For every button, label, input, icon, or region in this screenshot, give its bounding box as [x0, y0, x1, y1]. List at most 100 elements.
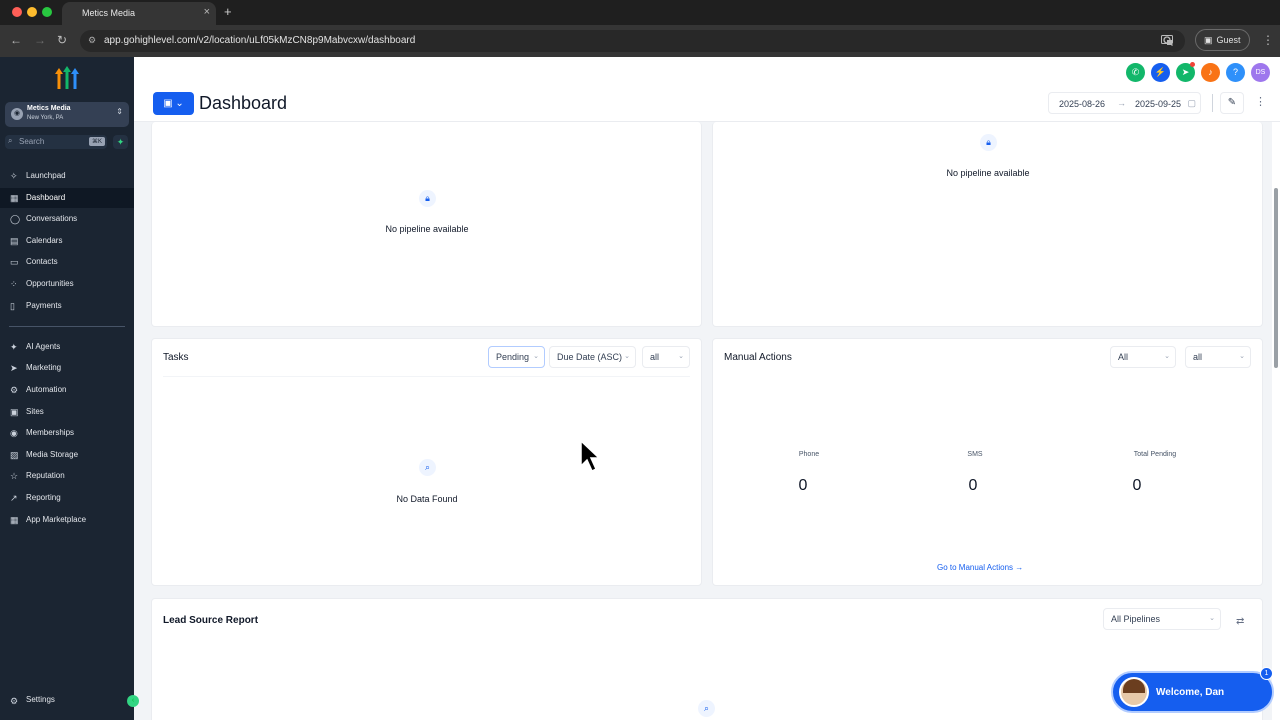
sidebar-item-payments[interactable]: ▯ Payments — [0, 296, 134, 316]
stat-value-total-pending: 0 — [1132, 477, 1142, 494]
sidebar-item-label: Reputation — [26, 471, 65, 480]
forward-icon[interactable]: → — [34, 33, 46, 47]
cast-icon[interactable] — [1161, 35, 1173, 46]
sidebar-divider — [9, 326, 125, 327]
avatar[interactable]: DS — [1251, 63, 1270, 82]
marketplace-icon: ▦ — [10, 515, 19, 525]
date-start: 2025-08-26 — [1059, 99, 1106, 109]
sidebar-item-reputation[interactable]: ☆ Reputation — [0, 466, 134, 486]
back-icon[interactable]: ← — [10, 33, 22, 47]
browser-toolbar: ← → ↻ ⚙ app.gohighlevel.com/v2/location/… — [0, 25, 1280, 57]
dashboard-switcher-button[interactable]: ▣ ⌄ — [153, 92, 194, 115]
chat-icon: ◯ — [10, 214, 21, 224]
sidebar-item-opportunities[interactable]: ⁘ Opportunities — [0, 274, 134, 294]
sidebar-item-ai-agents[interactable]: ✦ AI Agents — [0, 337, 134, 357]
date-end: 2025-09-25 — [1135, 99, 1182, 109]
sidebar-item-label: Sites — [26, 407, 44, 416]
profile-button[interactable]: ▣ Guest — [1195, 29, 1250, 51]
calendar-icon: ▢ — [1187, 98, 1196, 108]
card-title: Tasks — [163, 352, 189, 363]
chevron-down-icon: ⌄ — [624, 353, 630, 360]
stat-label-total-pending: Total Pending — [1133, 451, 1177, 458]
stat-value-phone: 0 — [798, 477, 808, 494]
location-icon: ◉ — [11, 108, 23, 120]
scrollbar-thumb[interactable] — [1274, 188, 1278, 368]
profile-label: Guest — [1216, 35, 1241, 45]
account-name: Metics Media — [27, 105, 71, 112]
pipeline-filter-dropdown[interactable]: All Pipelines ⌄ — [1103, 608, 1221, 630]
arrow-right-icon: → — [1117, 98, 1126, 108]
sidebar-item-label: Settings — [26, 695, 55, 704]
account-location: New York, PA — [27, 115, 64, 121]
memberships-icon: ◉ — [10, 428, 18, 438]
stat-value-sms: 0 — [968, 477, 978, 494]
collapse-sidebar-button[interactable]: ‹ — [127, 695, 139, 707]
sidebar-item-media-storage[interactable]: ▨ Media Storage — [0, 445, 134, 465]
sidebar-item-marketing[interactable]: ➤ Marketing — [0, 358, 134, 378]
edit-dashboard-button[interactable]: ✎ — [1220, 92, 1244, 114]
welcome-chat-widget[interactable]: Welcome, Dan — [1111, 671, 1274, 713]
browser-menu-icon[interactable]: ⋮ — [1262, 33, 1274, 47]
go-to-manual-actions-link[interactable]: Go to Manual Actions → — [937, 563, 1023, 572]
empty-state-text: No pipeline available — [385, 224, 469, 234]
search-icon: ⌕ — [698, 700, 715, 717]
dropdown-value: all — [1193, 352, 1203, 362]
assignee-filter-dropdown[interactable]: all ⌄ — [642, 346, 690, 368]
pipeline-card-right: 🔒︎ No pipeline available — [712, 122, 1263, 327]
sidebar-item-contacts[interactable]: ▭ Contacts — [0, 252, 134, 272]
media-storage-icon: ▨ — [10, 450, 19, 460]
dropdown-value: Due Date (ASC) — [557, 352, 623, 362]
sidebar-item-calendars[interactable]: ▤ Calendars — [0, 231, 134, 251]
reload-icon[interactable]: ↻ — [57, 33, 67, 47]
sidebar-item-label: Media Storage — [26, 450, 79, 459]
close-window-button[interactable] — [12, 7, 22, 17]
page-header: ✆ ⚡ ➤ ♪ ? DS ▣ ⌄ Dashboard 2025-08-26 → … — [134, 57, 1280, 122]
tab-close-icon[interactable]: × — [204, 6, 210, 18]
chevron-updown-icon: ⇕ — [116, 107, 123, 116]
maximize-window-button[interactable] — [42, 7, 52, 17]
sidebar-item-app-marketplace[interactable]: ▦ App Marketplace — [0, 510, 134, 530]
status-filter-dropdown[interactable]: Pending ⌄ — [488, 346, 545, 368]
sidebar-item-settings[interactable]: ⚙ Settings — [0, 691, 134, 711]
new-tab-icon[interactable]: + — [224, 4, 232, 19]
more-options-icon[interactable]: ⋮ — [1255, 95, 1266, 108]
lock-icon: 🔒︎ — [419, 190, 436, 207]
payments-icon: ▯ — [10, 301, 15, 311]
date-range-picker[interactable]: 2025-08-26 → 2025-09-25 ▢ — [1048, 92, 1201, 114]
quick-actions-icon[interactable]: ⚡ — [1151, 63, 1170, 82]
browser-tab[interactable]: Metics Media × — [62, 2, 216, 25]
sidebar-item-conversations[interactable]: ◯ Conversations — [0, 209, 134, 229]
ai-sparkle-button[interactable]: ✦ — [113, 135, 128, 149]
mouse-cursor-icon — [580, 440, 600, 473]
help-icon[interactable]: ? — [1226, 63, 1245, 82]
rocket-icon: ✧ — [10, 171, 18, 181]
address-bar[interactable]: ⚙ app.gohighlevel.com/v2/location/uLf05k… — [80, 30, 1185, 52]
welcome-text: Welcome, Dan — [1156, 687, 1225, 698]
lock-icon: 🔒︎ — [980, 134, 997, 151]
sort-filter-dropdown[interactable]: Due Date (ASC) ⌄ — [549, 346, 636, 368]
account-switcher[interactable]: ◉ Metics Media New York, PA ⇕ — [5, 102, 129, 127]
phone-icon[interactable]: ✆ — [1126, 63, 1145, 82]
empty-state-text: No pipeline available — [946, 168, 1030, 178]
site-info-icon[interactable]: ⚙ — [88, 35, 96, 46]
sidebar-search[interactable]: ⌕ Search ⌘K — [5, 135, 107, 149]
bell-icon[interactable]: ♪ — [1201, 63, 1220, 82]
action-type-filter-dropdown[interactable]: All ⌄ — [1110, 346, 1176, 368]
assignee-filter-dropdown[interactable]: all ⌄ — [1185, 346, 1251, 368]
sidebar-item-launchpad[interactable]: ✧ Launchpad — [0, 166, 134, 186]
minimize-window-button[interactable] — [27, 7, 37, 17]
filter-icon[interactable]: ⇄ — [1236, 616, 1244, 627]
card-title: Lead Source Report — [163, 615, 259, 626]
card-title: Manual Actions — [724, 352, 792, 363]
sidebar-item-dashboard[interactable]: ▦ Dashboard — [0, 188, 134, 208]
sidebar-item-automation[interactable]: ⚙ Automation — [0, 380, 134, 400]
sidebar-item-memberships[interactable]: ◉ Memberships — [0, 423, 134, 443]
search-shortcut: ⌘K — [88, 137, 105, 146]
notification-badge: 1 — [1260, 667, 1273, 680]
sidebar-item-label: Launchpad — [26, 171, 66, 180]
sidebar-item-sites[interactable]: ▣ Sites — [0, 402, 134, 422]
grid-icon: ▦ — [10, 193, 19, 203]
chevron-down-icon: ⌄ — [678, 353, 684, 360]
sidebar-item-reporting[interactable]: ↗ Reporting — [0, 488, 134, 508]
opportunities-icon: ⁘ — [10, 279, 18, 289]
